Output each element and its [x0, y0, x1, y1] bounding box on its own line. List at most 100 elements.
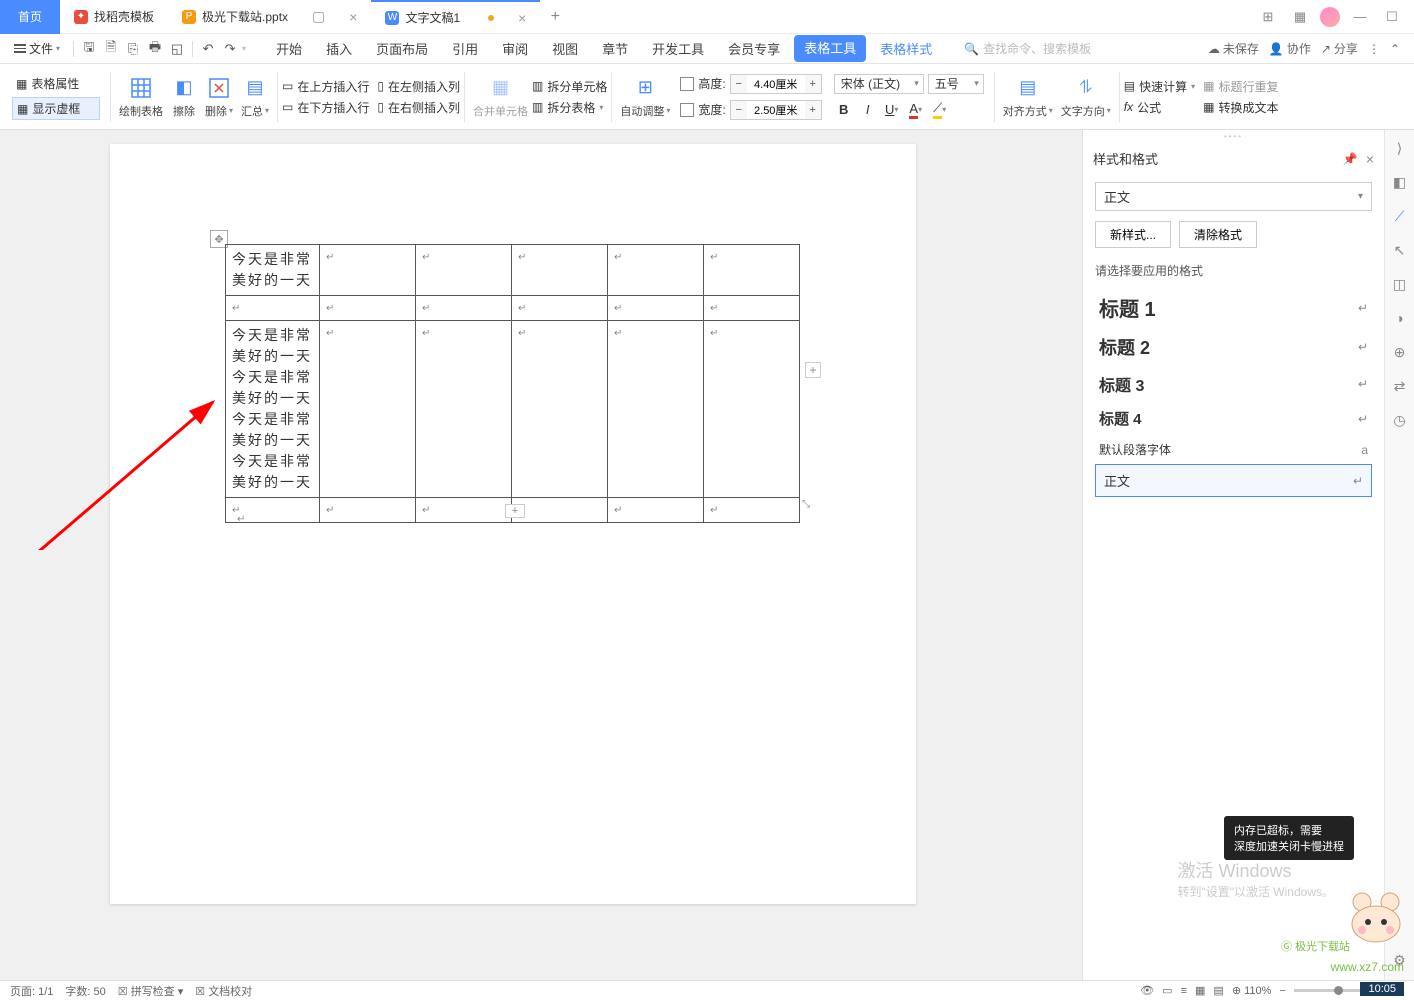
- insert-row-below[interactable]: ▭在下方插入行: [282, 99, 369, 116]
- tab-pptx[interactable]: P 极光下载站.pptx ▢ ×: [168, 0, 371, 34]
- height-minus[interactable]: −: [731, 75, 747, 93]
- side-collapse-icon[interactable]: ⟩: [1390, 138, 1410, 158]
- width-field[interactable]: [747, 101, 805, 119]
- print-preview-icon[interactable]: ◱: [167, 39, 187, 59]
- bold-button[interactable]: B: [834, 100, 854, 120]
- style-default-para[interactable]: 默认段落字体a: [1095, 435, 1372, 464]
- eye-icon[interactable]: 👁: [1140, 984, 1154, 997]
- view-outline-icon[interactable]: ≡: [1181, 985, 1187, 997]
- view-print-icon[interactable]: ▭: [1162, 984, 1172, 997]
- tab-preview-icon[interactable]: ▢: [312, 8, 325, 25]
- split-cells-button[interactable]: ▥拆分单元格: [532, 78, 607, 95]
- style-heading1[interactable]: 标题 1↵: [1095, 287, 1372, 328]
- word-count[interactable]: 字数: 50: [65, 983, 105, 999]
- save-icon[interactable]: 🖫: [79, 39, 99, 59]
- highlight-button[interactable]: ⟋▾: [930, 100, 950, 120]
- redo-icon[interactable]: ↷: [220, 39, 240, 59]
- clear-format-button[interactable]: 清除格式: [1179, 221, 1257, 248]
- cell-text[interactable]: 今天是非常 美好的一天 今天是非常 美好的一天 今天是非常 美好的一天 今天是非…: [232, 325, 313, 493]
- header-repeat-button[interactable]: ▦标题行重复: [1203, 78, 1278, 95]
- page[interactable]: ✥ 今天是非常 美好的一天 ↵ ↵ ↵ ↵ ↵ ↵↵↵↵↵↵ 今天是非常 美好的…: [110, 144, 916, 904]
- file-menu[interactable]: 文件 ▾: [6, 37, 68, 60]
- side-convert-icon[interactable]: ⇄: [1390, 376, 1410, 396]
- insert-row-above[interactable]: ▭在上方插入行: [282, 78, 369, 95]
- style-heading4[interactable]: 标题 4↵: [1095, 402, 1372, 435]
- zoom-label[interactable]: ⊕ 110%: [1232, 984, 1272, 997]
- add-row-button[interactable]: +: [505, 504, 525, 518]
- layout-switch-icon[interactable]: ⊞: [1256, 5, 1280, 29]
- tab-add-button[interactable]: +: [540, 8, 570, 26]
- tab-start[interactable]: 开始: [266, 35, 312, 62]
- tab-insert[interactable]: 插入: [316, 35, 362, 62]
- to-text-button[interactable]: ▦转换成文本: [1203, 99, 1278, 116]
- size-select[interactable]: 五号: [928, 74, 984, 94]
- more-icon[interactable]: ⋮: [1368, 42, 1380, 56]
- tab-review[interactable]: 审阅: [492, 35, 538, 62]
- eraser-button[interactable]: ◧ 擦除: [167, 73, 201, 121]
- style-heading3[interactable]: 标题 3↵: [1095, 366, 1372, 402]
- add-column-button[interactable]: +: [805, 362, 821, 378]
- tab-templates[interactable]: ✦ 找稻壳模板: [60, 0, 168, 34]
- save-as-icon[interactable]: 🗎: [101, 39, 121, 59]
- side-limit-icon[interactable]: ◑: [1390, 308, 1410, 328]
- unsaved-indicator[interactable]: ☁未保存: [1208, 40, 1259, 57]
- width-minus[interactable]: −: [731, 101, 747, 119]
- delete-button[interactable]: 删除▾: [201, 73, 237, 121]
- tab-doc-active[interactable]: W 文字文稿1 ×: [371, 0, 540, 34]
- table-props-button[interactable]: ▦表格属性: [12, 73, 100, 94]
- side-style-icon[interactable]: ⟋: [1390, 206, 1410, 226]
- side-cloud-icon[interactable]: ⊕: [1390, 342, 1410, 362]
- cell-text[interactable]: 今天是非常 美好的一天: [232, 249, 313, 291]
- current-style-select[interactable]: 正文: [1095, 182, 1372, 211]
- export-icon[interactable]: ⎘: [123, 39, 143, 59]
- document-workspace[interactable]: ✥ 今天是非常 美好的一天 ↵ ↵ ↵ ↵ ↵ ↵↵↵↵↵↵ 今天是非常 美好的…: [0, 130, 1082, 980]
- split-table-button[interactable]: ▥拆分表格▾: [532, 99, 607, 116]
- spell-check[interactable]: ☒ 拼写检查 ▾: [118, 983, 184, 999]
- view-read-icon[interactable]: ▤: [1213, 984, 1223, 997]
- tab-close-icon[interactable]: ×: [518, 10, 526, 26]
- tab-chapter[interactable]: 章节: [592, 35, 638, 62]
- view-web-icon[interactable]: ▦: [1195, 984, 1205, 997]
- command-search[interactable]: 🔍 查找命令、搜索模板: [964, 40, 1091, 57]
- avatar[interactable]: [1320, 7, 1340, 27]
- tab-table-style[interactable]: 表格样式: [870, 35, 942, 62]
- collapse-ribbon-icon[interactable]: ⌃: [1390, 42, 1400, 56]
- zoom-out[interactable]: −: [1279, 985, 1285, 997]
- tab-close-icon[interactable]: ×: [349, 9, 357, 25]
- coop-button[interactable]: 👤协作: [1269, 40, 1311, 57]
- tab-reference[interactable]: 引用: [442, 35, 488, 62]
- insert-col-right[interactable]: ▯在右侧插入列: [377, 99, 460, 116]
- pin-icon[interactable]: 📌: [1343, 152, 1358, 166]
- font-select[interactable]: 宋体 (正文): [834, 74, 924, 94]
- text-direction-button[interactable]: ⥮ 文字方向▾: [1057, 73, 1115, 121]
- italic-button[interactable]: I: [858, 100, 878, 120]
- font-color-button[interactable]: A▾: [906, 100, 926, 120]
- style-heading2[interactable]: 标题 2↵: [1095, 328, 1372, 366]
- apps-icon[interactable]: ▦: [1288, 5, 1312, 29]
- document-table[interactable]: 今天是非常 美好的一天 ↵ ↵ ↵ ↵ ↵ ↵↵↵↵↵↵ 今天是非常 美好的一天…: [225, 244, 800, 523]
- width-stepper[interactable]: − +: [730, 100, 822, 120]
- insert-col-left[interactable]: ▯在左侧插入列: [377, 78, 460, 95]
- align-button[interactable]: ▤ 对齐方式▾: [999, 73, 1057, 121]
- show-frame-button[interactable]: ▦显示虚框: [12, 97, 100, 120]
- tab-view[interactable]: 视图: [542, 35, 588, 62]
- draw-table-button[interactable]: 绘制表格: [115, 73, 167, 121]
- auto-adjust-button[interactable]: ⊞ 自动调整▾: [616, 73, 674, 121]
- height-plus[interactable]: +: [805, 75, 821, 93]
- print-icon[interactable]: 🖶: [145, 39, 165, 59]
- tab-devtools[interactable]: 开发工具: [642, 35, 714, 62]
- style-body-selected[interactable]: 正文↵: [1095, 464, 1372, 497]
- formula-button[interactable]: fx公式: [1124, 99, 1195, 116]
- undo-icon[interactable]: ↶: [198, 39, 218, 59]
- doc-proof[interactable]: ☒ 文档校对: [195, 983, 252, 999]
- table-resize-handle[interactable]: ⤡: [802, 496, 812, 506]
- height-field[interactable]: [747, 75, 805, 93]
- side-shapes-icon[interactable]: ◫: [1390, 274, 1410, 294]
- summary-button[interactable]: ▤ 汇总▾: [237, 73, 273, 121]
- tab-layout[interactable]: 页面布局: [366, 35, 438, 62]
- tab-member[interactable]: 会员专享: [718, 35, 790, 62]
- underline-button[interactable]: U▾: [882, 100, 902, 120]
- new-style-button[interactable]: 新样式...: [1095, 221, 1171, 248]
- minimize-button[interactable]: —: [1348, 5, 1372, 29]
- merge-cells-button[interactable]: ▦ 合并单元格: [469, 73, 532, 121]
